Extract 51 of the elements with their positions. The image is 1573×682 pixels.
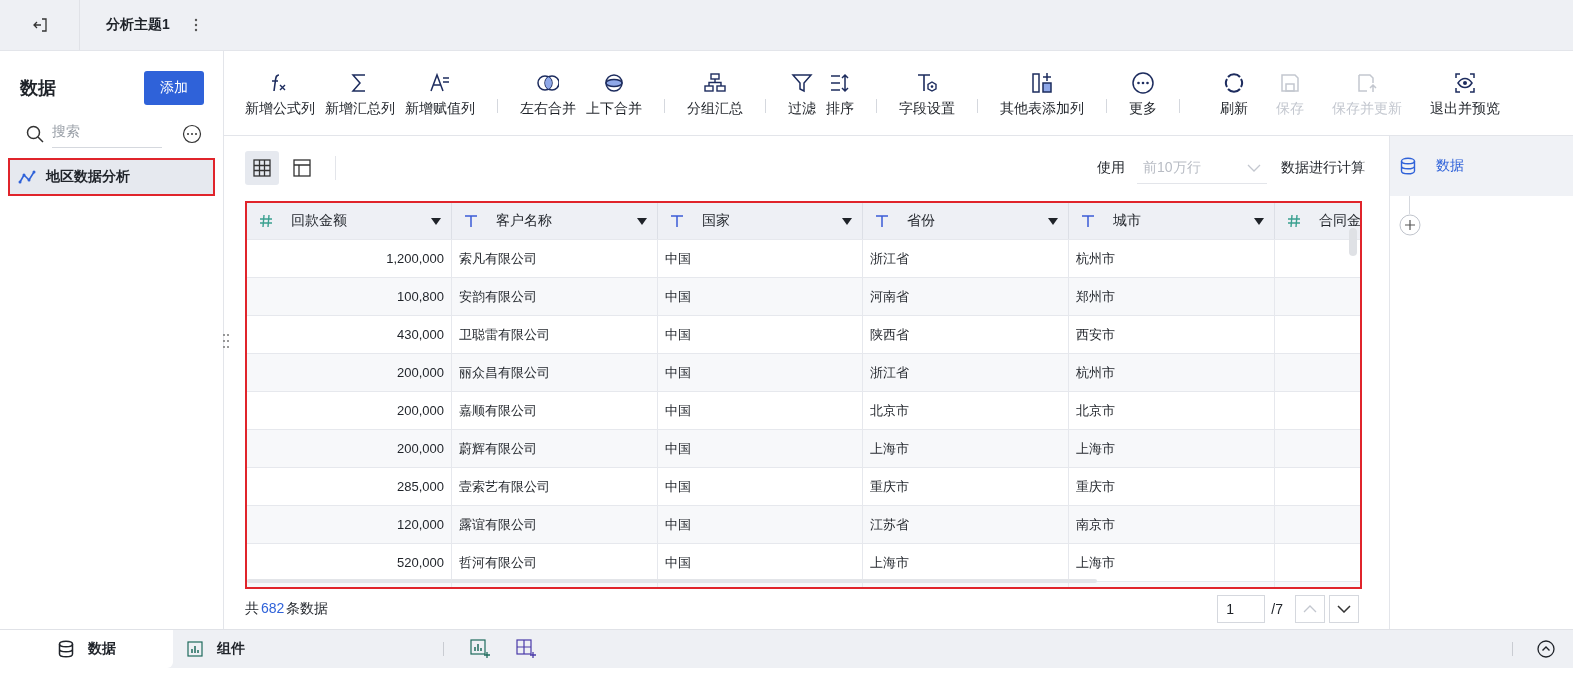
- table-cell: 露谊有限公司: [452, 506, 658, 543]
- table-cell: 中国: [658, 430, 863, 467]
- toolbar-button[interactable]: 其他表添加列: [995, 72, 1089, 118]
- table-cell: 河南省: [863, 278, 1069, 315]
- analysis-title: 分析主题1: [106, 16, 170, 34]
- column-header[interactable]: 城市: [1069, 203, 1275, 239]
- panel-title: 数据: [20, 77, 56, 100]
- toolbar-button[interactable]: 上下合并: [581, 72, 647, 118]
- page-total: /7: [1271, 601, 1283, 618]
- page-input[interactable]: 1: [1217, 595, 1266, 624]
- bottom-tab[interactable]: 组件: [173, 630, 443, 668]
- table-cell: 上海市: [863, 430, 1069, 467]
- table-cell: 蔚辉有限公司: [452, 430, 658, 467]
- search-field[interactable]: 搜索: [52, 119, 162, 148]
- table-cell: 中国: [658, 278, 863, 315]
- table-cell: 120,000: [247, 506, 452, 543]
- table-cell: 中国: [658, 506, 863, 543]
- table-cell: 浙江省: [863, 354, 1069, 391]
- toolbar-button[interactable]: 更多: [1124, 72, 1162, 118]
- add-button[interactable]: 添加: [144, 71, 204, 105]
- toolbar-button[interactable]: 刷新: [1215, 72, 1253, 118]
- column-header[interactable]: 国家: [658, 203, 863, 239]
- table-cell: 200,000: [247, 354, 452, 391]
- toolbar-button[interactable]: 新增赋值列: [400, 72, 480, 118]
- row-limit-suffix: 数据进行计算: [1281, 159, 1365, 177]
- dataset-item[interactable]: 地区数据分析: [8, 158, 215, 196]
- table-cell: 江苏省: [863, 506, 1069, 543]
- table-cell: 丽众昌有限公司: [452, 354, 658, 391]
- table-cell: 南京市: [1069, 506, 1275, 543]
- column-header[interactable]: 回款金额: [247, 203, 452, 239]
- toolbar-button[interactable]: 字段设置: [894, 72, 960, 118]
- toolbar-button[interactable]: 分组汇总: [682, 72, 748, 118]
- toolbar-button[interactable]: 排序: [821, 72, 859, 118]
- table-cell: 中国: [658, 354, 863, 391]
- toolbar-button[interactable]: 退出并预览: [1425, 72, 1505, 118]
- row-limit-label: 使用: [1097, 159, 1125, 177]
- toolbar-button[interactable]: 新增汇总列: [320, 72, 400, 118]
- column-header[interactable]: 省份: [863, 203, 1069, 239]
- column-header[interactable]: 客户名称: [452, 203, 658, 239]
- table-cell: 100,800: [247, 278, 452, 315]
- table-cell: 杭州市: [1069, 354, 1275, 391]
- record-count: 共682条数据: [245, 600, 329, 619]
- toolbar-button[interactable]: 左右合并: [515, 72, 581, 118]
- table-cell: 上海市: [1069, 430, 1275, 467]
- table-cell: 安韵有限公司: [452, 278, 658, 315]
- table-cell: 郑州市: [1069, 278, 1275, 315]
- bottom-tab[interactable]: 数据: [0, 630, 173, 668]
- data-node[interactable]: 数据: [1390, 136, 1573, 196]
- toolbar-button[interactable]: 新增公式列: [240, 72, 320, 118]
- table-cell: 200,000: [247, 430, 452, 467]
- toolbar-button[interactable]: 过滤: [783, 72, 821, 118]
